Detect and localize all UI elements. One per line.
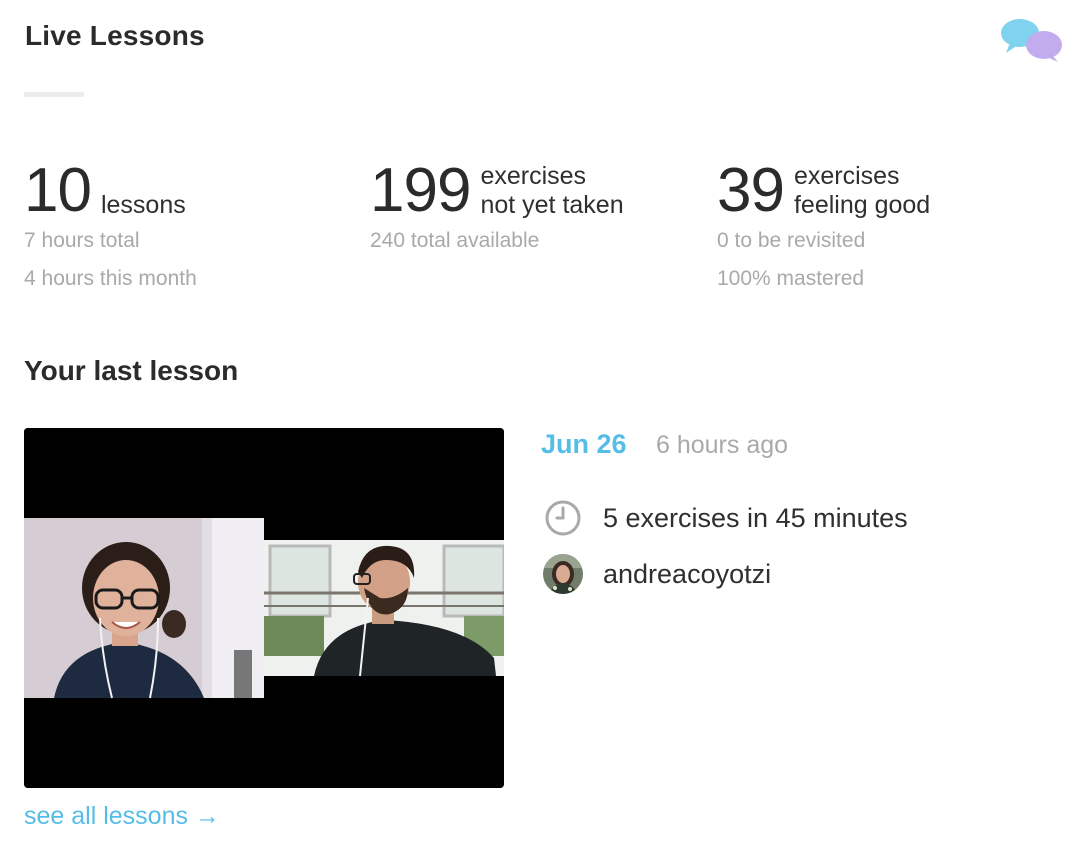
teacher-username[interactable]: andreacoyotzi (603, 559, 771, 590)
stat-mastered: 100% mastered (717, 267, 865, 290)
stat-total-available: 240 total available (370, 229, 540, 252)
page-title: Live Lessons (25, 20, 205, 51)
see-all-lessons-link[interactable]: see all lessons → (24, 802, 220, 831)
lesson-teacher-row[interactable]: andreacoyotzi (543, 554, 771, 594)
teacher-avatar (543, 554, 583, 594)
section-title-last-lesson: Your last lesson (24, 355, 239, 386)
stat-lessons-unit: lessons (100, 191, 186, 219)
stat-not-taken-number: 199 (370, 156, 471, 225)
chat-bubbles-icon (1001, 19, 1062, 62)
title-underline (24, 92, 84, 97)
lesson-time-ago: 6 hours ago (656, 431, 789, 459)
stat-lessons: 10 lessons 7 hours total 4 hours this mo… (24, 152, 197, 298)
clock-icon (545, 500, 581, 536)
stat-lessons-number: 10 (24, 156, 92, 225)
lesson-exercises-row: 5 exercises in 45 minutes (543, 498, 908, 538)
stat-exercises-feeling-good: 39 exercises feeling good 0 to be revisi… (717, 152, 930, 298)
stat-feeling-good-number: 39 (717, 156, 785, 225)
lesson-date: Jun 26 (541, 429, 627, 459)
stat-lessons-hours-total: 7 hours total (24, 229, 140, 252)
stat-exercises-not-taken: 199 exercises not yet taken 240 total av… (370, 152, 624, 260)
stat-feeling-good-unit: exercises feeling good (794, 162, 930, 220)
stat-feeling-good-unit-line1: exercises (793, 162, 900, 190)
stat-to-be-revisited: 0 to be revisited (717, 229, 866, 252)
lesson-video-thumbnail[interactable] (24, 428, 504, 788)
stat-lessons-hours-month: 4 hours this month (24, 267, 197, 290)
lesson-exercises-summary: 5 exercises in 45 minutes (603, 502, 908, 533)
video-frame (24, 428, 504, 788)
stat-not-taken-unit-line1: exercises (480, 162, 587, 190)
participant-left-video (24, 518, 264, 699)
stat-not-taken-unit: exercises not yet taken (480, 162, 623, 220)
participant-right-video (264, 540, 504, 677)
stat-feeling-good-unit-line2: feeling good (793, 191, 931, 219)
stat-not-taken-unit-line2: not yet taken (480, 191, 624, 219)
